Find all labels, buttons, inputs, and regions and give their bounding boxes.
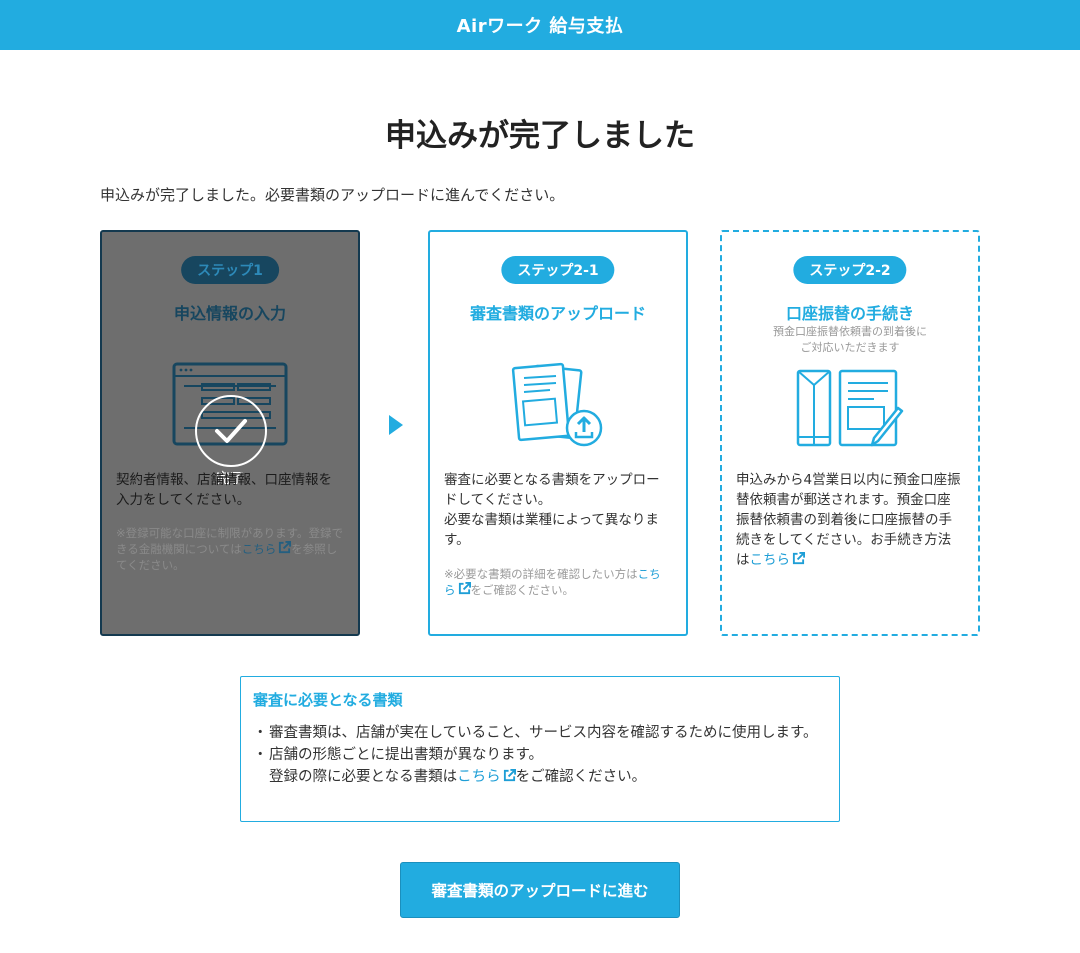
step-description: 契約者情報、店舗情報、口座情報を入力をしてください。 [116, 472, 332, 508]
checkmark-circle-icon [195, 395, 267, 467]
step-note: ※登録可能な口座に制限があります。登録できる金融機関についてはこちら を参照してく… [116, 526, 343, 572]
step-card-2-2: ステップ2-2 口座振替の手続き 預金口座振替依頼書の到着後に ご対応いただきま… [720, 230, 980, 636]
info-box-title: 審査に必要となる書類 [253, 691, 403, 709]
proceed-to-upload-button[interactable]: 審査書類のアップロードに進む [400, 862, 680, 918]
step-description: 申込みから4営業日以内に預金口座振替依頼書が郵送されます。預金口座振替依頼書の到… [736, 472, 961, 568]
intro-text: 申込みが完了しました。必要書類のアップロードに進んでください。 [100, 186, 565, 204]
envelope-pen-icon [796, 369, 904, 447]
external-link-icon [458, 582, 471, 595]
step-subtitle: 預金口座振替依頼書の到着後に ご対応いただきます [773, 325, 927, 354]
step-badge: ステップ2-2 [793, 256, 907, 284]
app-title: Airワーク 給与支払 [456, 16, 624, 37]
step-card-1: ステップ1 申込情報の入力 完了 契約者情報、店舗情報、口座情報を入力をしてくだ… [100, 230, 360, 636]
step-note: ※必要な書類の詳細を確認したい方はこちら をご確認ください。 [444, 567, 661, 597]
bank-info-link[interactable]: こちら [242, 542, 277, 556]
list-item: 審査書類は、店舗が実在していること、サービス内容を確認するために使用します。 [253, 722, 827, 744]
external-link-icon [279, 541, 292, 554]
step-card-2-1: ステップ2-1 審査書類のアップロード 審査に必要となる書類をアップロードしてく… [428, 230, 688, 636]
page-title: 申込みが完了しました [385, 118, 695, 154]
app-header: Airワーク 給与支払 [0, 0, 1080, 50]
list-item: 店舗の形態ごとに提出書類が異なります。 登録の際に必要となる書類はこちらをご確認… [253, 744, 827, 788]
external-link-icon [503, 769, 516, 782]
document-upload-icon [511, 362, 603, 447]
step-description: 審査に必要となる書類をアップロードしてください。 必要な書類は業種によって異なり… [444, 472, 660, 548]
step-title: 審査書類のアップロード [469, 304, 646, 323]
step-title: 口座振替の手続き [785, 304, 914, 323]
info-list: 審査書類は、店舗が実在していること、サービス内容を確認するために使用します。 店… [253, 722, 827, 788]
required-docs-detail-link[interactable]: こちら [457, 769, 501, 785]
step-arrow-icon [389, 415, 403, 435]
step-badge: ステップ1 [181, 256, 279, 284]
step-title: 申込情報の入力 [173, 304, 286, 323]
required-documents-box: 審査に必要となる書類 審査書類は、店舗が実在していること、サービス内容を確認する… [240, 676, 840, 822]
step-badge: ステップ2-1 [501, 256, 615, 284]
external-link-icon [792, 552, 805, 565]
procedure-link[interactable]: こちら [750, 552, 791, 568]
